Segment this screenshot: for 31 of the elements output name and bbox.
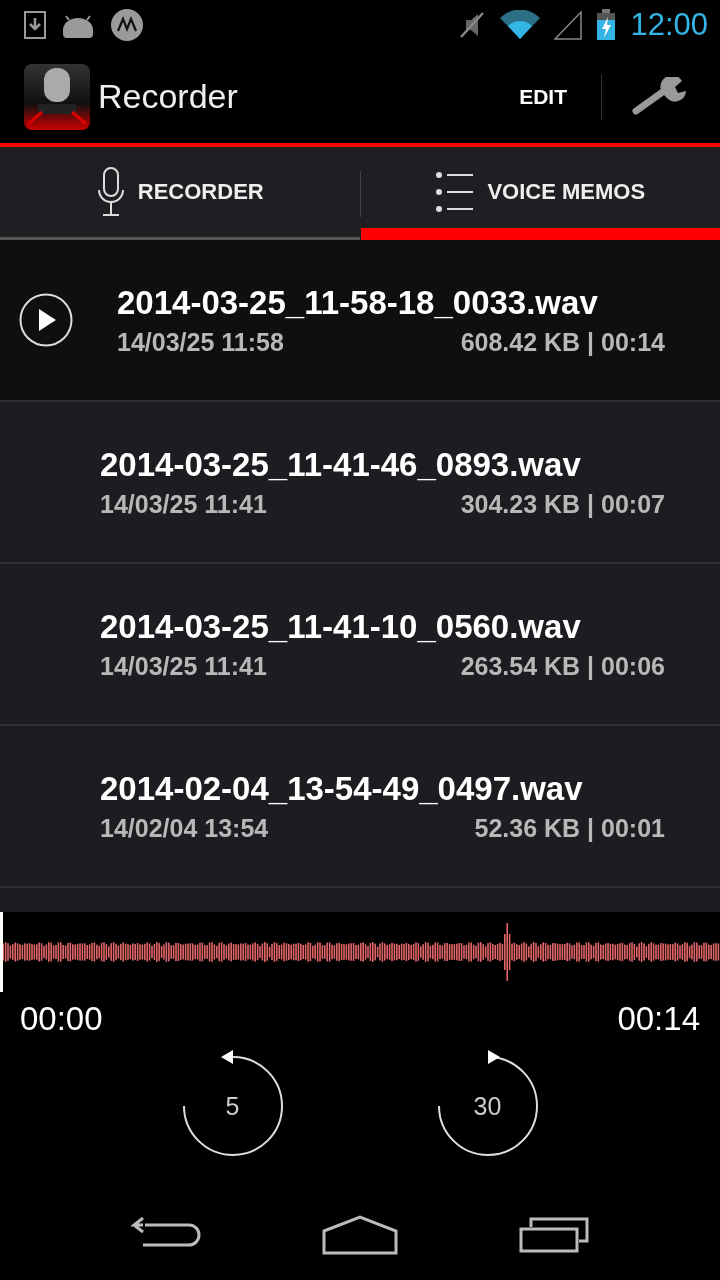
microphone-app-icon bbox=[24, 63, 90, 130]
app-title: Recorder bbox=[98, 77, 238, 116]
zigzag-circle-icon bbox=[110, 8, 144, 42]
file-name: 2014-03-25_11-41-10_0560.wav bbox=[100, 607, 582, 646]
mute-icon bbox=[458, 10, 487, 40]
microphone-icon bbox=[95, 166, 126, 218]
status-clock: 12:00 bbox=[630, 7, 708, 43]
file-date: 14/03/25 11:41 bbox=[100, 651, 267, 681]
file-info: 263.54 KB | 00:06 bbox=[460, 651, 665, 681]
file-name: 2014-03-25_11-58-18_0033.wav bbox=[117, 283, 599, 322]
battery-icon bbox=[596, 9, 617, 41]
file-date: 14/02/04 13:54 bbox=[100, 813, 269, 843]
list-icon bbox=[435, 171, 476, 213]
edit-button[interactable]: EDIT bbox=[505, 74, 581, 119]
play-icon[interactable] bbox=[19, 293, 73, 347]
wifi-icon bbox=[500, 10, 541, 40]
memo-row[interactable]: 2014-03-25_11-58-18_0033.wav 14/03/25 11:58 608.42 KB | 00:14 bbox=[0, 240, 720, 402]
file-date: 14/03/25 11:41 bbox=[100, 489, 267, 519]
recent-apps-icon[interactable] bbox=[519, 1217, 590, 1253]
file-date: 14/03/25 11:58 bbox=[117, 327, 284, 357]
wrench-icon bbox=[632, 76, 688, 117]
download-icon bbox=[24, 11, 46, 39]
file-info: 608.42 KB | 00:14 bbox=[460, 327, 665, 357]
file-name: 2014-03-25_11-41-46_0893.wav bbox=[100, 445, 582, 484]
file-name: 2014-02-04_13-54-49_0497.wav bbox=[100, 769, 584, 808]
total-time: 00:14 bbox=[617, 1000, 700, 1038]
file-info: 304.23 KB | 00:07 bbox=[460, 489, 665, 519]
elapsed-time: 00:00 bbox=[20, 1000, 103, 1038]
signal-icon bbox=[554, 10, 583, 40]
file-info: 52.36 KB | 00:01 bbox=[474, 813, 665, 843]
home-icon[interactable] bbox=[322, 1215, 398, 1255]
